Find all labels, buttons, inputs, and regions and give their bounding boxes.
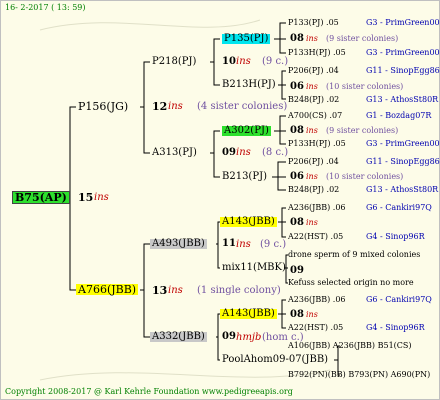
g1-node-1[interactable]: P156(JG) — [78, 101, 128, 112]
g2-node-4[interactable]: A332(JBB) — [150, 332, 207, 342]
g4-ancestor[interactable]: A106(JBB) A236(JBB) B51(CS) — [288, 342, 412, 350]
g4-group: G6 - Cankiri97Q — [366, 295, 432, 304]
footer-copyright: Copyright 2008-2017 @ Karl Kehrle Founda… — [5, 387, 293, 396]
g3-node-8[interactable]: PoolAhom09-07(JBB) — [222, 355, 328, 365]
g4-note: (9 sister colonies) — [326, 34, 399, 43]
g4-group: G1 - Bozdag07R — [366, 111, 432, 120]
root-node[interactable]: B75(AP) — [12, 191, 70, 204]
g4-num: 09 — [290, 265, 304, 276]
g4-group: G11 - SinopEgg86R — [366, 66, 440, 75]
g4-note: (10 sister colonies) — [326, 172, 404, 181]
g1-tag-1: ins — [168, 101, 183, 112]
g1-tag-2: ins — [168, 285, 183, 296]
g3-node-4[interactable]: B213(PJ) — [222, 172, 267, 182]
g2-node-2[interactable]: A313(PJ) — [152, 148, 197, 158]
g4-group: G3 - PrimGreen00 — [366, 48, 440, 57]
g1-note-2: (1 single colony) — [197, 285, 281, 296]
g2-tag-4: hmjb — [236, 332, 262, 343]
date-stamp: 16- 2-2017 ( 13: 59) — [5, 3, 86, 12]
g3-num-1: 10 — [222, 56, 236, 67]
g4-tag: ins — [306, 218, 318, 227]
root-num: 15 — [78, 191, 94, 204]
g4-tag: ins — [306, 126, 318, 135]
g2-node-1[interactable]: P218(PJ) — [152, 57, 196, 67]
g4-ancestor[interactable]: P133H(PJ) .05 — [288, 49, 346, 57]
g4-num: 08 — [290, 125, 304, 136]
g2-tag-3: ins — [236, 239, 251, 250]
g3-num-3: 09 — [222, 147, 236, 158]
root-tag: ins — [94, 192, 109, 203]
g4-ancestor[interactable]: A22(HST) .05 — [288, 324, 343, 332]
g3-node-3[interactable]: A302(PJ) — [222, 126, 271, 136]
g4-note: (10 sister colonies) — [326, 82, 404, 91]
g2-num-4: 09 — [222, 331, 236, 342]
g4-tag: ins — [306, 310, 318, 319]
g4-group: G4 - Sinop96R — [366, 323, 425, 332]
g3-node-7[interactable]: A143(JBB) — [220, 309, 277, 319]
g4-group: G11 - SinopEgg86R — [366, 157, 440, 166]
g4-ancestor[interactable]: B248(PJ) .02 — [288, 186, 339, 194]
g4-group: G3 - PrimGreen00 — [366, 139, 440, 148]
g4-ancestor[interactable]: A236(JBB) .06 — [288, 296, 346, 304]
g3-node-2[interactable]: B213H(PJ) — [222, 80, 276, 90]
g3-node-1[interactable]: P135(PJ) — [222, 34, 271, 44]
g4-group: G6 - Cankiri97Q — [366, 203, 432, 212]
g4-ancestor[interactable]: B792(PN)(BB) B793(PN) A690(PN) — [288, 371, 430, 379]
g3-note-3: (8 c.) — [262, 147, 289, 158]
g4-ancestor[interactable]: P206(PJ) .04 — [288, 67, 339, 75]
g4-tag: ins — [306, 82, 318, 91]
g4-ancestor[interactable]: B248(PJ) .02 — [288, 96, 339, 104]
g3-node-6[interactable]: mix11(MBK) — [222, 263, 286, 273]
g4-group: G13 - AthosSt80R — [366, 95, 439, 104]
g4-num: 08 — [290, 309, 304, 320]
g4-num: 06 — [290, 171, 304, 182]
g4-group: G4 - Sinop96R — [366, 232, 425, 241]
g1-num-2: 13 — [152, 284, 168, 297]
g4-group: G3 - PrimGreen00 — [366, 18, 440, 27]
g4-ancestor[interactable]: P133(PJ) .05 — [288, 19, 339, 27]
g1-note-1: (4 sister colonies) — [197, 101, 288, 112]
g4-ancestor[interactable]: drone sperm of 9 mixed colonies — [288, 251, 420, 259]
g4-ancestor[interactable]: P206(PJ) .04 — [288, 158, 339, 166]
g3-node-5[interactable]: A143(JBB) — [220, 217, 277, 227]
g2-note-3: (9 c.) — [260, 239, 287, 250]
g3-note-1: (9 c.) — [262, 56, 289, 67]
g4-ancestor[interactable]: P133H(PJ) .05 — [288, 140, 346, 148]
g4-tag: ins — [306, 34, 318, 43]
g4-group: G13 - AthosSt80R — [366, 185, 439, 194]
g2-num-3: 11 — [222, 238, 236, 249]
g3-tag-1: ins — [236, 56, 251, 67]
g4-note: (9 sister colonies) — [326, 126, 399, 135]
g4-ancestor[interactable]: Kefuss selected origin no more — [288, 279, 414, 287]
g4-ancestor[interactable]: A236(JBB) .06 — [288, 204, 346, 212]
g3-tag-3: ins — [236, 147, 251, 158]
g4-ancestor[interactable]: A22(HST) .05 — [288, 233, 343, 241]
g4-tag: ins — [306, 172, 318, 181]
g1-node-2[interactable]: A766(JBB) — [76, 284, 139, 295]
g4-num: 06 — [290, 81, 304, 92]
g4-ancestor[interactable]: A700(CS) .07 — [288, 112, 342, 120]
g4-num: 08 — [290, 33, 304, 44]
g4-num: 08 — [290, 217, 304, 228]
g1-num-1: 12 — [152, 100, 168, 113]
g2-node-3[interactable]: A493(JBB) — [150, 239, 207, 249]
